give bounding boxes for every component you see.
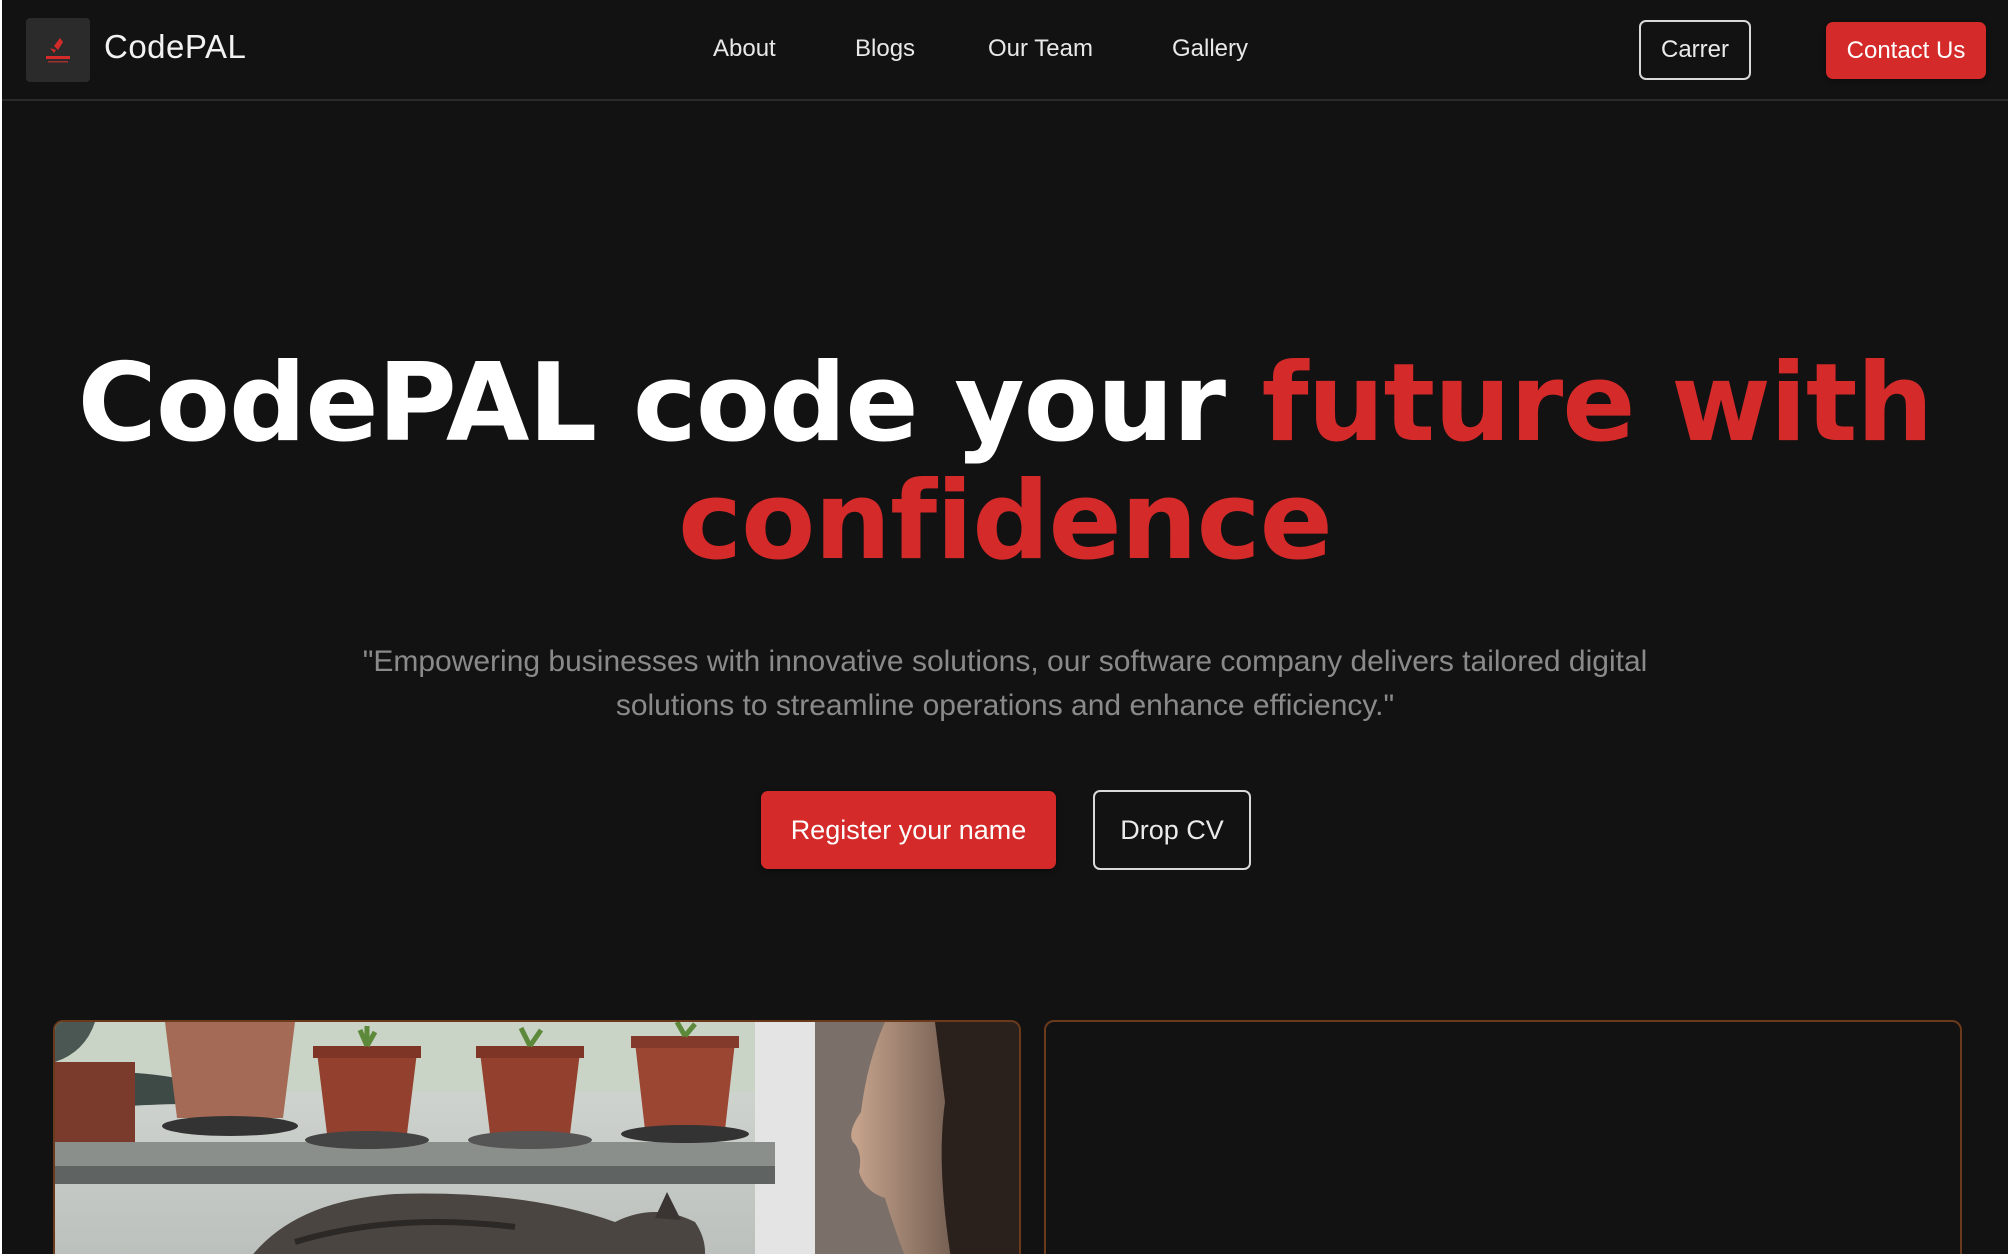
- nav-link-our-team[interactable]: Our Team: [988, 35, 1093, 63]
- feature-image-card: [53, 1020, 1021, 1254]
- navbar: CodePAL About Blogs Our Team Gallery Car…: [2, 0, 2008, 101]
- nav-link-blogs[interactable]: Blogs: [855, 35, 915, 63]
- nav-link-gallery[interactable]: Gallery: [1172, 35, 1248, 63]
- hero-title: CodePAL code your future with confidence: [2, 345, 2008, 581]
- page: CodePAL About Blogs Our Team Gallery Car…: [2, 0, 2008, 1254]
- contact-us-button[interactable]: Contact Us: [1826, 22, 1986, 79]
- drop-cv-button[interactable]: Drop CV: [1093, 790, 1251, 870]
- hero-title-red-line2: confidence: [678, 459, 1333, 584]
- nav-link-about[interactable]: About: [713, 35, 776, 63]
- woman-cat-plants-photo: [55, 1022, 1019, 1254]
- hero-subtitle-line1: "Empowering businesses with innovative s…: [362, 645, 1648, 678]
- codepal-logo-icon[interactable]: [26, 18, 90, 82]
- empty-content-card: [1044, 1020, 1962, 1254]
- hero-title-white: CodePAL code your: [77, 341, 1262, 466]
- hero-title-red-line1: future with: [1261, 341, 1934, 466]
- hero-subtitle: "Empowering businesses with innovative s…: [302, 640, 1708, 728]
- career-button[interactable]: Carrer: [1639, 20, 1751, 80]
- brand-name[interactable]: CodePAL: [104, 28, 246, 66]
- hero-subtitle-line2: solutions to streamline operations and e…: [615, 689, 1395, 722]
- register-name-button[interactable]: Register your name: [761, 791, 1056, 869]
